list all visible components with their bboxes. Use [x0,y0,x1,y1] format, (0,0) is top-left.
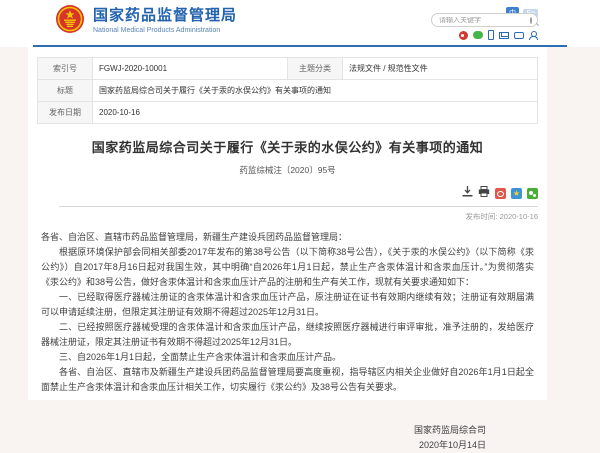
header-quick-links [454,30,538,40]
info-label-index: 索引号 [38,58,93,80]
mobile-icon[interactable] [488,30,494,40]
table-row: 发布日期 2020-10-16 [38,102,538,124]
paragraph: 二、已经按照医疗器械受理的含汞体温计和含汞血压计产品，继续按照医疗器械进行审评审… [41,320,534,350]
search-input[interactable] [432,17,530,24]
paragraph: 根据原环境保护部会同相关部委2017年发布的第38号公告（以下简称38号公告），… [41,245,534,290]
document-body: 各省、自治区、直辖市药品监督管理局，新疆生产建设兵团药品监督管理局： 根据原环境… [37,230,538,395]
doc-number: 药监综械注〔2020〕95号 [37,164,538,176]
email-icon[interactable] [499,32,509,39]
table-row: 标题 国家药监局综合司关于履行《关于汞的水俣公约》有关事项的通知 [38,80,538,102]
user-icon[interactable] [529,31,538,40]
info-value-title: 国家药监局综合司关于履行《关于汞的水俣公约》有关事项的通知 [93,80,538,102]
site-header: 国家药品监督管理局 National Medical Products Admi… [0,0,600,47]
share-qzone-icon[interactable]: ★ [511,188,522,199]
document-info-table: 索引号 FGWJ-2020-10001 主题分类 法规文件 / 规范性文件 标题… [37,57,538,124]
national-emblem-icon [55,4,85,34]
brand-text: 国家药品监督管理局 National Medical Products Admi… [93,4,237,34]
signature-date: 2020年10月14日 [37,438,486,453]
message-icon[interactable] [514,32,524,39]
site-name: 国家药品监督管理局 [93,4,237,25]
paragraph: 三、自2026年1月1日起，全面禁止生产含汞体温计和含汞血压计产品。 [41,350,534,365]
paragraph: 各省、自治区、直辖市及新疆生产建设兵团药品监督管理局要高度重视，指导辖区内相关企… [41,365,534,395]
weibo-icon[interactable] [459,31,468,40]
publish-time-value: 2020-10-16 [500,212,538,221]
publish-time-label: 发布时间: [465,212,497,221]
paragraph: 一、已经取得医疗器械注册证的含汞体温计和含汞血压计产品，原注册证在证书有效期内继… [41,290,534,320]
content-panel: 索引号 FGWJ-2020-10001 主题分类 法规文件 / 规范性文件 标题… [28,47,547,400]
info-label-date: 发布日期 [38,102,93,124]
signature-org: 国家药监局综合司 [37,423,486,438]
info-value-index: FGWJ-2020-10001 [93,58,288,80]
salutation: 各省、自治区、直辖市药品监督管理局，新疆生产建设兵团药品监督管理局： [41,230,534,245]
article-toolbar: ★ [37,184,538,202]
wechat-icon[interactable] [473,31,483,39]
page-title: 国家药监局综合司关于履行《关于汞的水俣公约》有关事项的通知 [37,137,538,156]
search-box[interactable] [431,13,538,27]
info-value-category: 法规文件 / 规范性文件 [343,58,538,80]
table-row: 索引号 FGWJ-2020-10001 主题分类 法规文件 / 规范性文件 [38,58,538,80]
info-value-date: 2020-10-16 [93,102,538,124]
share-weibo-icon[interactable] [495,188,506,199]
signature-block: 国家药监局综合司 2020年10月14日 [37,423,538,453]
share-wechat-icon[interactable] [527,188,538,199]
search-icon[interactable] [530,17,532,24]
site-name-en: National Medical Products Administration [93,27,237,34]
info-label-title: 标题 [38,80,93,102]
site-logo-link[interactable]: 国家药品监督管理局 National Medical Products Admi… [55,4,237,34]
publish-time: 发布时间: 2020-10-16 [37,211,538,222]
info-label-category: 主题分类 [288,58,343,80]
download-icon[interactable] [462,184,473,202]
print-icon[interactable] [478,184,490,202]
toolbar-divider [59,206,538,207]
